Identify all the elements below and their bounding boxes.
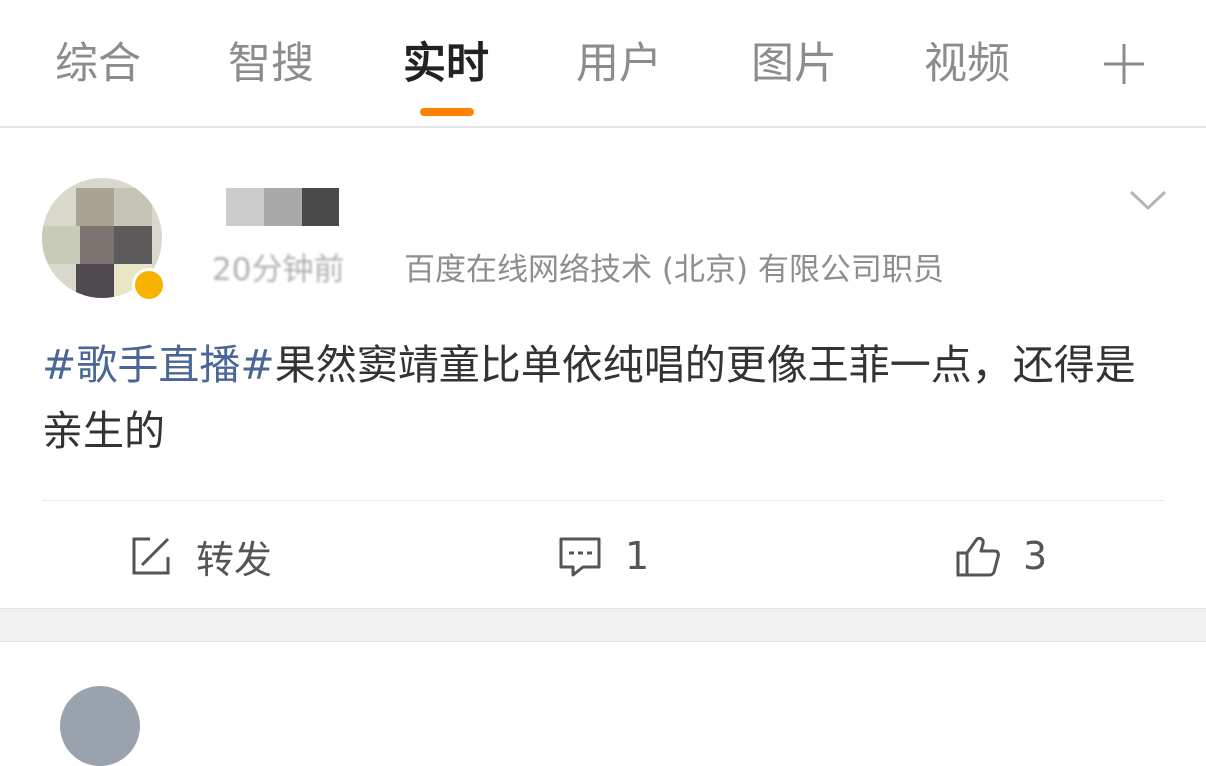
tab-users[interactable]: 用户 <box>576 36 662 92</box>
feed-separator <box>0 608 1206 642</box>
like-count: 3 <box>1023 534 1048 578</box>
chevron-down-icon[interactable] <box>1128 186 1168 216</box>
divider <box>42 500 1164 501</box>
comment-icon <box>559 537 601 577</box>
repost-label: 转发 <box>196 537 273 582</box>
hashtag-link[interactable]: #歌手直播# <box>42 341 275 389</box>
tab-realtime[interactable]: 实时 <box>403 36 489 92</box>
like-button[interactable]: 3 <box>955 528 1047 584</box>
next-post-avatar[interactable] <box>60 686 140 766</box>
tab-comprehensive[interactable]: 综合 <box>55 36 141 92</box>
post-time: 20分钟前 <box>212 252 345 288</box>
username[interactable] <box>226 188 339 226</box>
post-content: #歌手直播#果然窦靖童比单依纯唱的更像王菲一点，还得是亲生的 <box>42 332 1162 464</box>
plus-icon[interactable] <box>1098 38 1150 90</box>
post-source: 百度在线网络技术 (北京) 有限公司职员 <box>404 252 944 288</box>
tab-images[interactable]: 图片 <box>751 36 837 92</box>
top-tab-bar: 综合 智搜 实时 用户 图片 视频 <box>0 0 1206 128</box>
tab-smart-search[interactable]: 智搜 <box>228 36 314 92</box>
post-card: 20分钟前 百度在线网络技术 (北京) 有限公司职员 #歌手直播#果然窦靖童比单依… <box>0 128 1206 608</box>
repost-button[interactable]: 转发 <box>128 528 272 584</box>
post-meta: 20分钟前 百度在线网络技术 (北京) 有限公司职员 <box>212 250 944 290</box>
repost-icon <box>132 537 170 575</box>
comment-count: 1 <box>625 534 650 578</box>
tab-videos[interactable]: 视频 <box>924 36 1010 92</box>
comment-button[interactable]: 1 <box>557 528 649 584</box>
active-tab-indicator <box>420 108 474 116</box>
like-icon <box>956 536 1000 577</box>
verified-badge-icon <box>132 268 166 302</box>
